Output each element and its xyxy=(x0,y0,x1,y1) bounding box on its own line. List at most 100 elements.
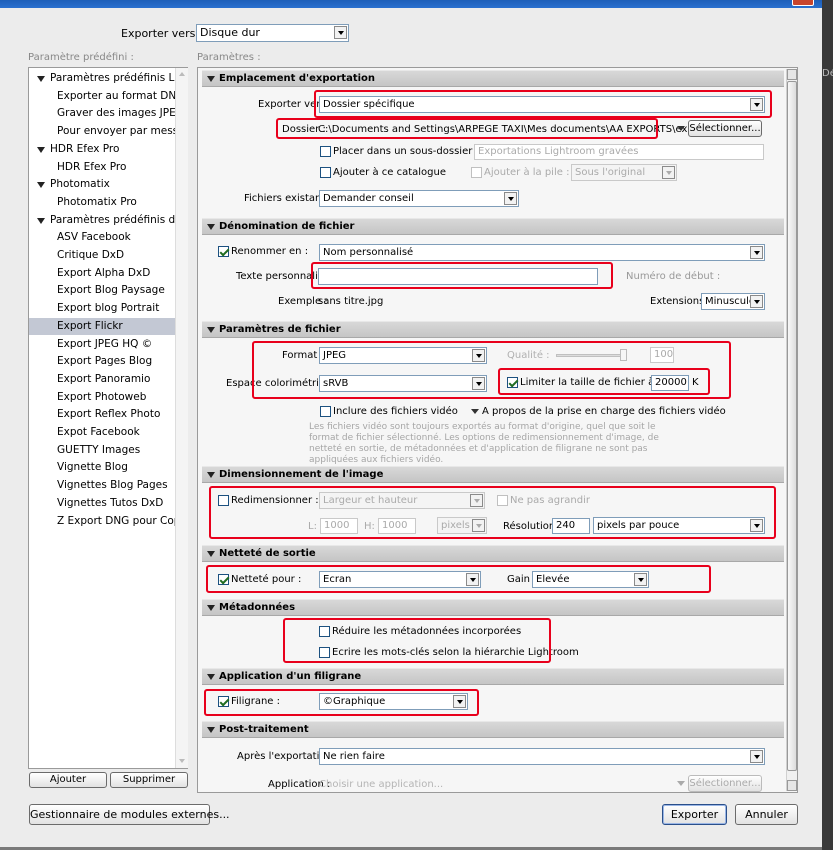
quality-slider-thumb[interactable] xyxy=(620,349,627,361)
size-unit-select[interactable]: pixels xyxy=(437,517,487,534)
collapse-triangle-icon[interactable] xyxy=(207,551,215,557)
section-naming-header[interactable]: Dénomination de fichier xyxy=(202,218,784,235)
subfolder-checkbox[interactable] xyxy=(320,146,331,157)
collapse-triangle-icon[interactable] xyxy=(207,727,215,733)
application-placeholder[interactable]: Choisir une application... xyxy=(319,779,443,790)
choose-folder-button[interactable]: Sélectionner... xyxy=(688,120,762,137)
colorspace-select[interactable]: sRVB xyxy=(319,375,487,392)
section-title: Métadonnées xyxy=(219,602,296,613)
scroll-thumb[interactable] xyxy=(787,81,797,771)
chevron-down-icon[interactable] xyxy=(466,573,479,586)
presets-scrollbar[interactable] xyxy=(175,68,188,768)
subfolder-input[interactable]: Exportations Lightroom gravées xyxy=(474,144,764,160)
chevron-down-icon[interactable] xyxy=(334,26,347,39)
collapse-triangle-icon[interactable] xyxy=(207,674,215,680)
section-sharpening-header[interactable]: Netteté de sortie xyxy=(202,545,784,562)
collapse-triangle-icon[interactable] xyxy=(207,472,215,478)
section-location-header[interactable]: Emplacement d'exportation xyxy=(202,70,784,87)
chevron-down-icon[interactable] xyxy=(750,519,763,532)
dont-enlarge-checkbox[interactable] xyxy=(497,495,508,506)
params-header: Paramètres : xyxy=(197,52,261,63)
watermark-checkbox[interactable] xyxy=(218,696,229,707)
width-input[interactable]: 1000 xyxy=(320,518,358,534)
export-button[interactable]: Exporter xyxy=(662,804,727,825)
resize-checkbox[interactable] xyxy=(218,495,229,506)
quality-input[interactable]: 100 xyxy=(650,347,674,363)
cancel-button[interactable]: Annuler xyxy=(735,804,798,825)
add-preset-button[interactable]: Ajouter xyxy=(29,772,107,788)
preset-item[interactable]: Export Flickr xyxy=(29,317,175,335)
video-about-label[interactable]: A propos de la prise en charge des fichi… xyxy=(482,406,726,417)
expand-triangle-icon[interactable] xyxy=(37,146,45,153)
remove-preset-button[interactable]: Supprimer xyxy=(110,772,188,788)
chevron-down-icon[interactable] xyxy=(504,192,517,205)
stack-position-select[interactable]: Sous l'original xyxy=(571,164,677,181)
scroll-up-icon[interactable] xyxy=(787,69,797,80)
amount-select[interactable]: Elevée xyxy=(532,571,649,588)
section-title: Paramètres de fichier xyxy=(219,324,341,335)
disclosure-triangle-icon[interactable] xyxy=(471,409,479,414)
settings-scrollbar[interactable] xyxy=(786,69,797,791)
watermark-select[interactable]: ©Graphique xyxy=(319,693,468,710)
minimize-metadata-checkbox[interactable] xyxy=(319,626,330,637)
plugin-manager-button[interactable]: Gestionnaire de modules externes... xyxy=(29,804,230,825)
quality-slider-track[interactable] xyxy=(556,354,626,357)
section-watermark-header[interactable]: Application d'un filigrane xyxy=(202,668,784,685)
chevron-down-icon[interactable] xyxy=(750,246,763,259)
expand-triangle-icon[interactable] xyxy=(37,182,45,189)
chevron-down-icon[interactable] xyxy=(662,166,675,179)
rename-checkbox[interactable] xyxy=(218,246,229,257)
chevron-down-icon[interactable] xyxy=(470,494,483,507)
chevron-down-icon[interactable] xyxy=(750,295,763,308)
collapse-triangle-icon[interactable] xyxy=(207,76,215,82)
limit-size-input[interactable]: 20000 xyxy=(651,375,689,391)
after-export-select[interactable]: Ne rien faire xyxy=(319,748,765,765)
chevron-down-icon[interactable] xyxy=(472,349,485,362)
section-sizing-header[interactable]: Dimensionnement de l'image xyxy=(202,466,784,483)
collapse-triangle-icon[interactable] xyxy=(207,605,215,611)
preset-label: Export Alpha DxD xyxy=(57,266,151,279)
expand-triangle-icon[interactable] xyxy=(37,76,45,82)
sharpen-for-select[interactable]: Ecran xyxy=(319,571,481,588)
section-metadata-header[interactable]: Métadonnées xyxy=(202,599,784,616)
folder-menu-icon[interactable] xyxy=(677,126,685,131)
export-to-select[interactable]: Disque dur xyxy=(196,24,349,42)
select-value: Nom personnalisé xyxy=(323,247,414,258)
application-menu-icon[interactable] xyxy=(677,781,685,786)
location-export-to-select[interactable]: Dossier spécifique xyxy=(319,96,765,113)
extensions-select[interactable]: Minuscules xyxy=(701,293,765,310)
collapse-triangle-icon[interactable] xyxy=(207,327,215,333)
scroll-down-icon[interactable] xyxy=(176,755,188,768)
resolution-input[interactable]: 240 xyxy=(552,518,590,534)
preset-label: Critique DxD xyxy=(57,249,125,261)
window-close-button[interactable] xyxy=(792,0,814,6)
format-select[interactable]: JPEG xyxy=(319,347,487,364)
collapse-triangle-icon[interactable] xyxy=(207,224,215,230)
resize-mode-select[interactable]: Largeur et hauteur xyxy=(319,492,485,509)
add-catalog-checkbox[interactable] xyxy=(320,167,331,178)
scroll-up-icon[interactable] xyxy=(176,68,188,81)
sharpen-checkbox[interactable] xyxy=(218,574,229,585)
chevron-down-icon[interactable] xyxy=(472,519,485,532)
section-post-header[interactable]: Post-traitement xyxy=(202,721,784,738)
chevron-down-icon[interactable] xyxy=(750,98,763,111)
custom-text-input[interactable] xyxy=(318,268,598,285)
scroll-down-icon[interactable] xyxy=(787,780,797,791)
chevron-down-icon[interactable] xyxy=(634,573,647,586)
add-stack-checkbox[interactable] xyxy=(471,167,482,178)
chevron-down-icon[interactable] xyxy=(453,695,466,708)
keyword-hierarchy-checkbox[interactable] xyxy=(319,647,330,658)
existing-files-select[interactable]: Demander conseil xyxy=(319,190,519,207)
include-video-checkbox[interactable] xyxy=(320,406,331,417)
section-file-settings-header[interactable]: Paramètres de fichier xyxy=(202,321,784,338)
rename-template-select[interactable]: Nom personnalisé xyxy=(319,244,765,261)
chevron-down-icon[interactable] xyxy=(750,750,763,763)
select-value: Ne rien faire xyxy=(323,751,385,762)
chevron-down-icon[interactable] xyxy=(472,377,485,390)
resolution-unit-select[interactable]: pixels par pouce xyxy=(593,517,765,534)
expand-triangle-icon[interactable] xyxy=(37,217,45,224)
height-input[interactable]: 1000 xyxy=(378,518,416,534)
select-value: sRVB xyxy=(323,378,349,389)
limit-size-checkbox[interactable] xyxy=(507,377,518,388)
choose-application-button[interactable]: Sélectionner... xyxy=(688,775,762,792)
